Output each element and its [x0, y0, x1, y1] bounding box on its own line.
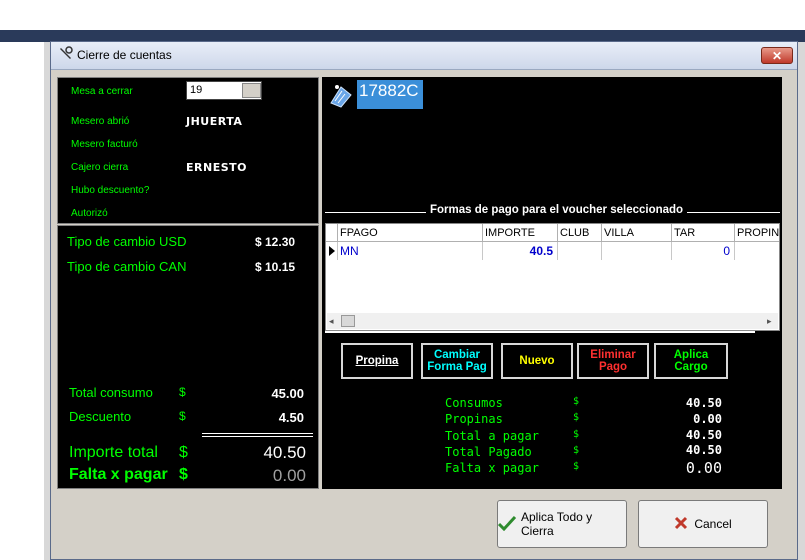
summary-label-total-pagar: Total a pagar: [445, 429, 539, 443]
cierre-dialog: Cierre de cuentas ✕ Mesa a cerrar 19 Mes…: [50, 41, 798, 560]
table-cell-fpago[interactable]: MN: [338, 242, 483, 260]
descuento-label: Descuento: [69, 409, 132, 424]
summary-value-falta-pagar: 0.00: [685, 459, 722, 477]
grid-corner: [326, 224, 338, 242]
summary-label-falta-pagar: Falta x pagar: [445, 461, 539, 475]
table-cell-tar[interactable]: 0: [672, 242, 735, 260]
importe-total-currency: $: [179, 444, 188, 461]
aplica-todo-cierra-label: Aplica Todo y Cierra: [521, 510, 593, 538]
eliminar-label-2: Pago: [598, 361, 628, 373]
summary-currency-falta-pagar: $: [573, 461, 580, 472]
mesa-dropdown-button[interactable]: [242, 83, 261, 98]
descuento-value: 4.50: [278, 410, 304, 425]
importe-total-label: Importe total: [69, 444, 158, 461]
title-bar[interactable]: Cierre de cuentas ✕: [51, 42, 797, 70]
scroll-left-icon[interactable]: ◂: [329, 316, 334, 327]
table-cell-importe[interactable]: 40.5: [483, 242, 558, 260]
mesero-abrio-value: JHUERTA: [186, 115, 243, 128]
table-cell-club[interactable]: [558, 242, 602, 260]
eliminar-pago-button[interactable]: Eliminar Pago: [577, 343, 649, 379]
descuento-currency: $: [179, 409, 186, 423]
info-panel: Mesa a cerrar 19 Mesero abrió JHUERTA Me…: [57, 77, 319, 224]
col-header-fpago[interactable]: FPAGO: [338, 224, 483, 242]
autorizo-label: Autorizó: [71, 208, 108, 219]
summary-currency-consumos: $: [573, 396, 580, 407]
table-cell-propina[interactable]: [735, 242, 779, 260]
totals-divider-2: [202, 436, 313, 437]
payments-group-title: Formas de pago para el voucher seleccion…: [426, 204, 688, 216]
cambiar-label-2: Forma Pag: [427, 361, 487, 373]
summary-value-total-pagado: 40.50: [685, 443, 722, 457]
actions-divider: [325, 331, 755, 333]
mesa-label: Mesa a cerrar: [71, 86, 133, 97]
summary-currency-propinas: $: [573, 412, 580, 423]
summary-value-propinas: 0.00: [693, 412, 722, 426]
cancel-label: Cancel: [694, 517, 732, 531]
can-rate-label: Tipo de cambio CAN: [67, 259, 187, 274]
falta-pagar-currency: $: [179, 466, 188, 483]
total-consumo-currency: $: [179, 385, 186, 399]
scroll-right-icon[interactable]: ▸: [767, 316, 772, 327]
cancel-button[interactable]: Cancel: [638, 500, 768, 548]
cambiar-label-1: Cambiar: [433, 349, 481, 361]
summary-value-total-pagar: 40.50: [685, 428, 722, 442]
nuevo-button-label: Nuevo: [519, 355, 555, 367]
aplica-label-2: Cargo: [674, 361, 708, 373]
close-icon[interactable]: ✕: [761, 47, 793, 64]
col-header-propina[interactable]: PROPINA: [735, 224, 779, 242]
falta-pagar-label: Falta x pagar: [69, 466, 168, 483]
summary-value-consumos: 40.50: [685, 396, 722, 410]
scroll-thumb[interactable]: [341, 315, 355, 327]
col-header-importe[interactable]: IMPORTE: [483, 224, 558, 242]
nuevo-button[interactable]: Nuevo: [501, 343, 573, 379]
voucher-item[interactable]: 17882C: [357, 80, 423, 109]
cajero-value: ERNESTO: [186, 161, 247, 174]
check-icon: [497, 515, 517, 534]
summary-currency-total-pagado: $: [573, 445, 580, 456]
aplica-cargo-button[interactable]: Aplica Cargo: [654, 343, 728, 379]
aplica-label-1: Aplica: [673, 349, 709, 361]
eliminar-label-1: Eliminar: [590, 349, 636, 361]
totals-panel: Tipo de cambio USD $ 12.30 Tipo de cambi…: [57, 225, 319, 489]
table-cell-villa[interactable]: [602, 242, 672, 260]
usd-rate-label: Tipo de cambio USD: [67, 234, 187, 249]
cajero-label: Cajero cierra: [71, 162, 129, 173]
payments-grid[interactable]: FPAGO IMPORTE CLUB VILLA TAR PROPINA MN …: [325, 223, 780, 331]
horizontal-scrollbar[interactable]: ◂ ▸: [327, 313, 778, 329]
importe-total-value: 40.50: [263, 443, 306, 462]
summary-label-total-pagado: Total Pagado: [445, 445, 532, 459]
cambiar-forma-pago-button[interactable]: Cambiar Forma Pag: [421, 343, 493, 379]
propina-button-label: Propina: [355, 355, 399, 367]
background-window-edge-right: [797, 42, 805, 560]
summary-label-propinas: Propinas: [445, 412, 503, 426]
aplica-todo-cierra-button[interactable]: Aplica Todo y Cierra: [497, 500, 627, 548]
can-rate-value: $ 10.15: [255, 260, 296, 274]
falta-pagar-value: 0.00: [272, 466, 306, 485]
total-consumo-value: 45.00: [271, 386, 304, 401]
col-header-villa[interactable]: VILLA: [602, 224, 672, 242]
col-header-club[interactable]: CLUB: [558, 224, 602, 242]
window-title: Cierre de cuentas: [77, 48, 172, 62]
summary-currency-total-pagar: $: [573, 429, 580, 440]
totals-divider: [202, 433, 313, 434]
descuento-question-label: Hubo descuento?: [71, 185, 150, 196]
summary-label-consumos: Consumos: [445, 396, 503, 410]
usd-rate-value: $ 12.30: [255, 235, 296, 249]
col-header-tar[interactable]: TAR: [672, 224, 735, 242]
mesero-facturo-label: Mesero facturó: [71, 139, 138, 150]
mesero-abrio-label: Mesero abrió: [71, 116, 130, 127]
tools-icon: [58, 46, 74, 62]
propina-button[interactable]: Propina: [341, 343, 413, 379]
total-consumo-label: Total consumo: [69, 385, 153, 400]
receipt-icon: [327, 81, 355, 109]
cross-icon: [674, 516, 688, 533]
row-selector-icon[interactable]: [326, 242, 338, 260]
